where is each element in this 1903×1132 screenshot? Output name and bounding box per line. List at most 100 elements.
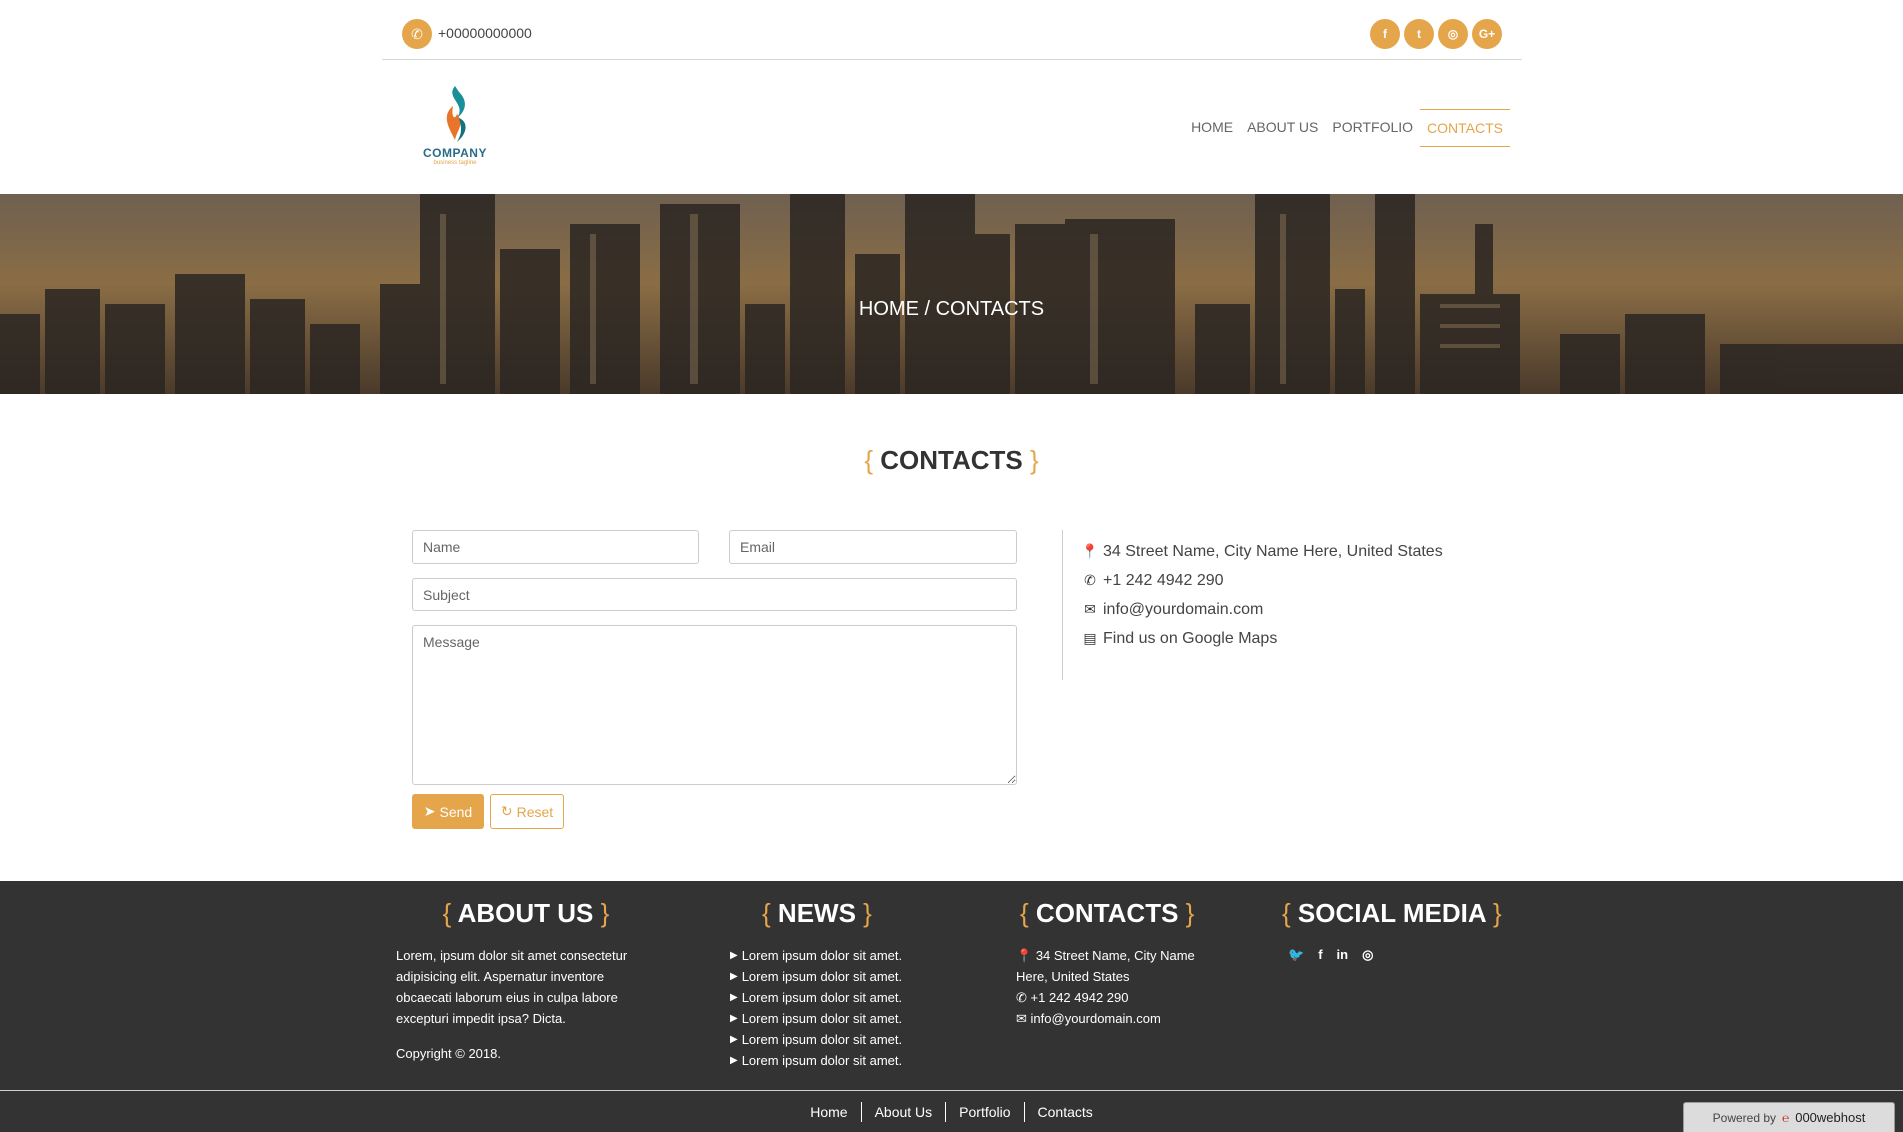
instagram-icon[interactable]: ◎: [1362, 947, 1373, 963]
footer-email[interactable]: ✉ info@yourdomain.com: [1016, 1008, 1216, 1029]
footer-about: { ABOUT US } Lorem, ipsum dolor sit amet…: [396, 898, 656, 1064]
logo-company-name: COMPANY: [423, 146, 487, 160]
logo-flame-icon: [446, 86, 466, 142]
footer: [0, 881, 1903, 1132]
brace-close: }: [1185, 898, 1195, 928]
footer-social-title-text: SOCIAL MEDIA: [1297, 898, 1486, 928]
info-phone: ✆ +1 242 4942 290: [1083, 566, 1443, 595]
send-button[interactable]: ➤ Send: [412, 794, 484, 829]
footer-about-title: { ABOUT US }: [396, 898, 656, 929]
facebook-icon[interactable]: f: [1318, 947, 1322, 963]
envelope-icon: ✉: [1084, 601, 1096, 617]
footer-about-text: Lorem, ipsum dolor sit amet consectetur …: [396, 948, 628, 1026]
footer-phone-text: +1 242 4942 290: [1030, 990, 1129, 1005]
nav-about-us[interactable]: ABOUT US: [1240, 109, 1325, 147]
powered-by-badge[interactable]: Powered by ℮ 000webhost: [1683, 1102, 1895, 1132]
phone-icon: ✆: [402, 19, 432, 49]
footer-link-contacts[interactable]: Contacts: [1025, 1102, 1106, 1122]
news-item-text: Lorem ipsum dolor sit amet.: [741, 969, 903, 984]
twitter-icon[interactable]: t: [1404, 19, 1434, 49]
top-social-links: f t ◎ G+: [1370, 19, 1502, 49]
twitter-icon[interactable]: 🐦: [1288, 947, 1304, 963]
news-item[interactable]: ▶ Lorem ipsum dolor sit amet.: [730, 966, 930, 987]
reset-button[interactable]: ↻ Reset: [490, 794, 564, 829]
footer-news: { NEWS } ▶ Lorem ipsum dolor sit amet. ▶ L…: [730, 898, 930, 1071]
news-item-text: Lorem ipsum dolor sit amet.: [741, 1053, 903, 1068]
refresh-icon: ↻: [500, 803, 513, 819]
brace-close: }: [600, 898, 610, 928]
footer-social-title: { SOCIAL MEDIA }: [1282, 898, 1502, 929]
news-item-text: Lorem ipsum dolor sit amet.: [741, 1011, 903, 1026]
info-email[interactable]: ✉ info@yourdomain.com: [1083, 595, 1443, 624]
footer-nav: Home About Us Portfolio Contacts: [0, 1102, 1903, 1122]
contact-divider: [1062, 530, 1063, 680]
footer-news-title: { NEWS }: [730, 898, 888, 929]
title-brace-open: {: [864, 445, 873, 475]
footer-address-line-2: Here, United States: [1016, 969, 1130, 984]
page-title: { CONTACTS }: [0, 445, 1903, 476]
news-item-text: Lorem ipsum dolor sit amet.: [741, 948, 903, 963]
nav-home[interactable]: HOME: [1184, 109, 1240, 147]
footer-address-line-1: 34 Street Name, City Name: [1035, 948, 1195, 963]
top-bar: ✆ +00000000000 f t ◎ G+: [382, 0, 1522, 60]
phone-icon: ✆: [1084, 572, 1096, 588]
email-input[interactable]: [729, 530, 1017, 564]
envelope-icon: ✉: [1016, 1011, 1027, 1026]
google-plus-icon[interactable]: G+: [1472, 19, 1502, 49]
news-item-text: Lorem ipsum dolor sit amet.: [741, 1032, 903, 1047]
page-banner: HOME / CONTACTS: [0, 194, 1903, 394]
caret-right-icon: ▶: [730, 992, 738, 1003]
caret-right-icon: ▶: [730, 971, 738, 982]
phone-icon: ✆: [1016, 990, 1027, 1005]
title-brace-close: }: [1029, 445, 1039, 475]
nav-portfolio[interactable]: PORTFOLIO: [1325, 109, 1420, 147]
footer-link-about-us[interactable]: About Us: [862, 1102, 947, 1122]
brace-open: {: [762, 898, 771, 928]
news-list: ▶ Lorem ipsum dolor sit amet. ▶ Lorem ipsu…: [730, 945, 930, 1071]
brace-close: }: [1492, 898, 1502, 928]
footer-email-text[interactable]: info@yourdomain.com: [1031, 1011, 1161, 1026]
footer-contacts-title: { CONTACTS }: [1016, 898, 1216, 929]
info-email-text[interactable]: info@yourdomain.com: [1103, 601, 1263, 619]
news-item-text: Lorem ipsum dolor sit amet.: [741, 990, 903, 1005]
news-item[interactable]: ▶ Lorem ipsum dolor sit amet.: [730, 987, 930, 1008]
send-label: Send: [439, 803, 473, 820]
name-input[interactable]: [412, 530, 699, 564]
info-maps[interactable]: ▤ Find us on Google Maps: [1083, 624, 1443, 653]
info-phone-text: +1 242 4942 290: [1103, 571, 1224, 589]
main-nav: HOME ABOUT US PORTFOLIO CONTACTS: [1184, 109, 1510, 147]
info-address: 📍 34 Street Name, City Name Here, United…: [1081, 537, 1443, 566]
reset-label: Reset: [516, 803, 554, 820]
footer-link-home[interactable]: Home: [797, 1102, 862, 1122]
map-marker-icon: 📍: [1016, 948, 1033, 963]
info-address-text: 34 Street Name, City Name Here, United S…: [1103, 542, 1443, 560]
news-item[interactable]: ▶ Lorem ipsum dolor sit amet.: [730, 1050, 930, 1071]
map-marker-icon: 📍: [1081, 543, 1099, 559]
message-textarea[interactable]: [412, 625, 1017, 785]
footer-about-title-text: ABOUT US: [457, 898, 594, 928]
copyright: Copyright © 2018.: [396, 1046, 501, 1061]
footer-contact-lines: 📍 34 Street Name, City Name Here, United…: [1016, 945, 1216, 1029]
brace-open: {: [1282, 898, 1291, 928]
host-brand: 000webhost: [1795, 1110, 1866, 1125]
company-logo[interactable]: COMPANY business tagline: [400, 70, 510, 180]
news-item[interactable]: ▶ Lorem ipsum dolor sit amet.: [730, 945, 930, 966]
caret-right-icon: ▶: [730, 1034, 738, 1045]
info-maps-link[interactable]: Find us on Google Maps: [1103, 630, 1277, 648]
footer-link-portfolio[interactable]: Portfolio: [946, 1102, 1025, 1122]
contact-info: 📍 34 Street Name, City Name Here, United…: [1081, 537, 1443, 653]
map-icon: ▤: [1083, 630, 1097, 646]
news-item[interactable]: ▶ Lorem ipsum dolor sit amet.: [730, 1008, 930, 1029]
send-icon: ➤: [423, 803, 436, 819]
brace-open: {: [1020, 898, 1029, 928]
facebook-icon[interactable]: f: [1370, 19, 1400, 49]
footer-address: 📍 34 Street Name, City Name: [1016, 945, 1216, 966]
news-item[interactable]: ▶ Lorem ipsum dolor sit amet.: [730, 1029, 930, 1050]
nav-contacts[interactable]: CONTACTS: [1420, 109, 1510, 147]
instagram-icon[interactable]: ◎: [1438, 19, 1468, 49]
powered-by-label: Powered by: [1712, 1110, 1777, 1125]
subject-input[interactable]: [412, 578, 1017, 611]
linkedin-icon[interactable]: in: [1337, 947, 1349, 963]
footer-social: { SOCIAL MEDIA } 🐦 f in ◎: [1282, 898, 1502, 963]
brace-close: }: [863, 898, 872, 928]
